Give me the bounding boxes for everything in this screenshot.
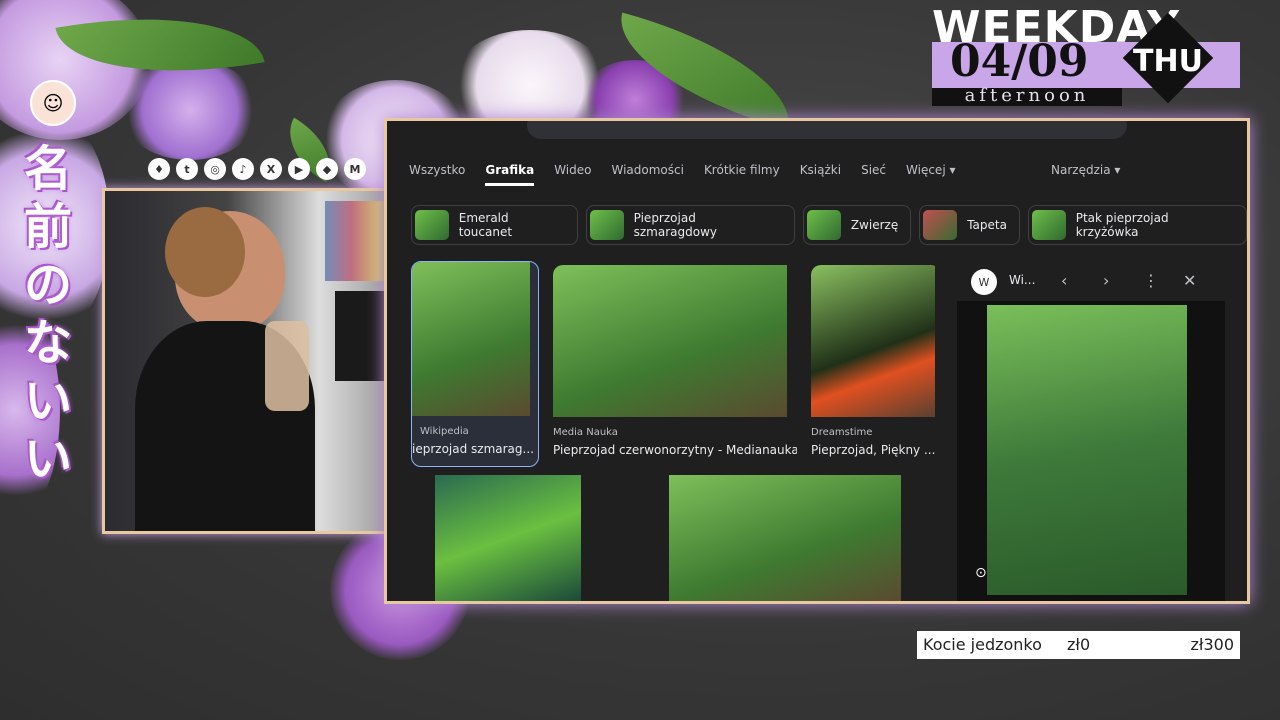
chip-thumbnail bbox=[806, 210, 841, 240]
vertical-char: い bbox=[23, 373, 72, 429]
image-preview-panel: W Wi... ‹ › ⋮ ✕ ⊙ bbox=[957, 261, 1225, 601]
date-text: 04/09 bbox=[950, 36, 1089, 87]
result-title: ieprzojad szmarag... bbox=[412, 442, 534, 456]
chip-ptak-krzyzowka[interactable]: Ptak pieprzojad krzyżówka bbox=[1027, 205, 1247, 245]
x-icon: X bbox=[260, 158, 282, 180]
donation-goal: Kocie jedzonko zł0 zł300 bbox=[917, 631, 1240, 659]
image-result[interactable]: Media Nauka Pieprzojad czerwonorzytny - … bbox=[553, 265, 797, 465]
tab-short-videos[interactable]: Krótkie filmy bbox=[704, 157, 780, 183]
chip-thumbnail bbox=[589, 210, 624, 240]
panel-title[interactable]: Wi... bbox=[1009, 273, 1035, 287]
tools-button[interactable]: Narzędzia ▾ bbox=[1051, 157, 1120, 183]
chip-thumbnail bbox=[1031, 210, 1066, 240]
chip-pieprzojad-szmaragdowy[interactable]: Pieprzojad szmaragdowy bbox=[585, 205, 795, 245]
lens-icon[interactable]: ⊙ bbox=[975, 565, 987, 581]
related-chips: Emerald toucanet Pieprzojad szmaragdowy … bbox=[411, 205, 1247, 245]
instagram-icon: ◎ bbox=[204, 158, 226, 180]
streamer-figure bbox=[135, 207, 315, 531]
result-source: Wikipedia bbox=[420, 426, 469, 437]
preview-image[interactable] bbox=[987, 305, 1187, 595]
image-result[interactable]: Dreamstime Pieprzojad, Piękny ... bbox=[811, 265, 941, 465]
lilac-flower-decoration bbox=[120, 60, 260, 160]
avatar-face-icon: ☺ bbox=[42, 91, 64, 115]
vertical-char: な bbox=[23, 315, 72, 371]
goal-target: zł300 bbox=[1190, 635, 1234, 654]
result-image bbox=[811, 265, 935, 417]
tab-more[interactable]: Więcej ▾ bbox=[906, 157, 955, 183]
tab-web[interactable]: Sieć bbox=[861, 157, 886, 183]
webcam-frame bbox=[102, 188, 414, 534]
throne-icon: ♦ bbox=[148, 158, 170, 180]
wikipedia-logo-icon: W bbox=[971, 269, 997, 295]
next-icon[interactable]: › bbox=[1103, 271, 1109, 291]
youtube-icon: ▶ bbox=[288, 158, 310, 180]
result-title: Pieprzojad, Piękny ... bbox=[811, 443, 936, 457]
vertical-char: 前 bbox=[23, 199, 72, 255]
tab-news[interactable]: Wiadomości bbox=[611, 157, 683, 183]
day-text: THU bbox=[1133, 44, 1203, 79]
stream-overlay: ☺ 名 前 の な い い ♦ t ◎ ♪ X ▶ ◆ M Wszystko G… bbox=[0, 0, 1280, 720]
time-of-day: afternoon bbox=[932, 87, 1122, 106]
vertical-char: の bbox=[23, 257, 72, 313]
tab-images[interactable]: Grafika bbox=[485, 157, 535, 186]
goal-label: Kocie jedzonko bbox=[923, 635, 1042, 654]
search-bar[interactable] bbox=[527, 121, 1127, 139]
goal-current: zł0 bbox=[1067, 635, 1091, 654]
search-tabs: Wszystko Grafika Wideo Wiadomości Krótki… bbox=[409, 157, 976, 186]
mail-icon: M bbox=[344, 158, 366, 180]
close-icon[interactable]: ✕ bbox=[1183, 271, 1196, 291]
result-image[interactable] bbox=[435, 475, 581, 601]
chip-thumbnail bbox=[415, 210, 449, 240]
more-icon[interactable]: ⋮ bbox=[1143, 271, 1159, 291]
tab-books[interactable]: Książki bbox=[800, 157, 841, 183]
result-image bbox=[412, 262, 530, 416]
chip-zwierze[interactable]: Zwierzę bbox=[802, 205, 912, 245]
chip-tapeta[interactable]: Tapeta bbox=[919, 205, 1020, 245]
tab-all[interactable]: Wszystko bbox=[409, 157, 465, 183]
result-source: Media Nauka bbox=[553, 427, 618, 438]
prev-icon[interactable]: ‹ bbox=[1061, 271, 1067, 291]
tab-video[interactable]: Wideo bbox=[554, 157, 591, 183]
result-source: Dreamstime bbox=[811, 427, 873, 438]
browser-window: Wszystko Grafika Wideo Wiadomości Krótki… bbox=[384, 118, 1250, 604]
vertical-char: 名 bbox=[23, 141, 72, 197]
tiktok-icon: ♪ bbox=[232, 158, 254, 180]
weekday-widget: WEEKDAY 04/09 THU afternoon bbox=[932, 2, 1240, 106]
avatar: ☺ bbox=[30, 80, 76, 126]
twitch-icon: t bbox=[176, 158, 198, 180]
result-image[interactable] bbox=[669, 475, 901, 601]
image-result[interactable]: Wikipedia ieprzojad szmarag... bbox=[411, 261, 539, 467]
chip-emerald-toucanet[interactable]: Emerald toucanet bbox=[411, 205, 578, 245]
result-title: Pieprzojad czerwonorzytny - Medianauka..… bbox=[553, 443, 797, 457]
discord-icon: ◆ bbox=[316, 158, 338, 180]
vertical-name-text: 名 前 の な い い bbox=[18, 140, 78, 488]
chip-thumbnail bbox=[923, 210, 958, 240]
vertical-char: い bbox=[23, 431, 72, 487]
result-image bbox=[553, 265, 787, 417]
social-icons: ♦ t ◎ ♪ X ▶ ◆ M bbox=[148, 158, 366, 180]
